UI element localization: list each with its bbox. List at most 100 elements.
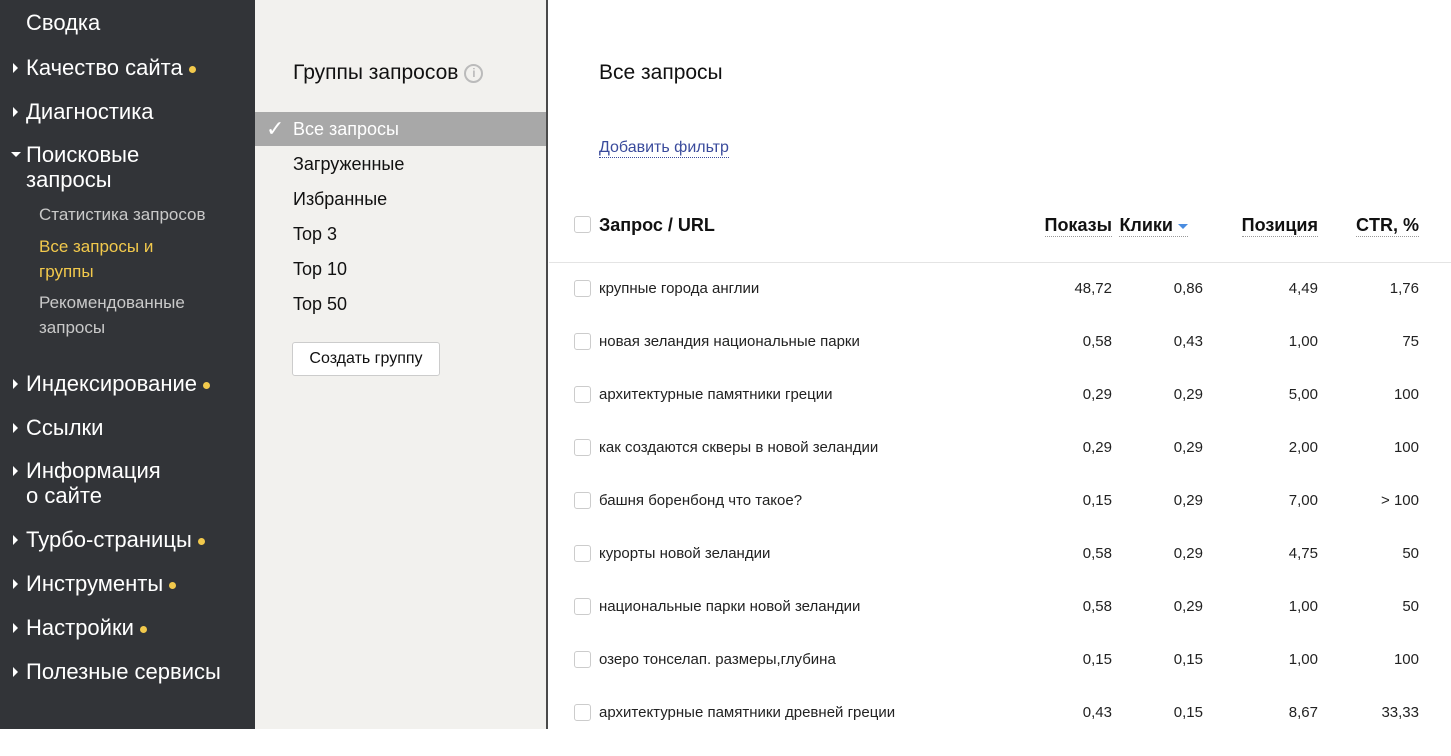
sidebar-item-label: Настройки xyxy=(26,615,134,640)
column-header-label: Клики xyxy=(1119,215,1173,235)
table-row[interactable]: башня боренбонд что такое? 0,15 0,29 7,00 > … xyxy=(549,491,1451,544)
column-header[interactable]: CTR, % xyxy=(1356,214,1419,237)
sidebar-item-label: Инструменты xyxy=(26,571,164,596)
group-item[interactable]: ✓ Все запросы xyxy=(255,112,546,146)
add-filter-link[interactable]: Добавить фильтр xyxy=(599,139,729,158)
sidebar-item[interactable]: Полезные сервисы xyxy=(13,659,246,684)
caret-right-icon xyxy=(13,107,18,117)
row-checkbox[interactable] xyxy=(574,704,591,721)
row-checkbox[interactable] xyxy=(574,280,591,297)
metric-value: 0,29 xyxy=(1173,386,1203,403)
sidebar-item[interactable]: Поисковые запросы xyxy=(11,142,176,192)
column-header[interactable]: Запрос / URL xyxy=(599,214,715,236)
sidebar-item-label: Турбо-страницы xyxy=(26,527,192,552)
column-header[interactable]: Позиция xyxy=(1241,214,1318,237)
metric-value: 8,67 xyxy=(1288,704,1318,721)
table-row[interactable]: крупные города англии 48,72 0,86 4,49 1,76 xyxy=(549,279,1451,332)
sidebar-item-label: Ссылки xyxy=(26,415,104,440)
metric-value: 33,33 xyxy=(1381,704,1419,721)
caret-right-icon xyxy=(13,63,18,73)
metric-value: 0,15 xyxy=(1082,492,1112,509)
sidebar-item[interactable]: Сводка xyxy=(26,10,246,35)
caret-right-icon xyxy=(13,623,18,633)
metric-value: 0,29 xyxy=(1173,492,1203,509)
row-checkbox[interactable] xyxy=(574,333,591,350)
column-header[interactable]: Показы xyxy=(1044,214,1113,237)
row-checkbox[interactable] xyxy=(574,216,591,233)
metric-value: 0,58 xyxy=(1082,333,1112,350)
notification-dot-icon xyxy=(197,537,205,545)
check-icon: ✓ xyxy=(266,116,285,141)
sidebar-item-label: Индексирование xyxy=(26,371,198,396)
column-header[interactable]: Клики xyxy=(1119,214,1188,237)
group-item[interactable]: Top 50 xyxy=(255,287,546,321)
sidebar-subitem[interactable]: Рекомендованные запросы xyxy=(39,290,209,340)
sidebar-item-label: Качество сайта xyxy=(26,55,183,80)
row-checkbox[interactable] xyxy=(574,598,591,615)
table-row[interactable]: курорты новой зеландии 0,58 0,29 4,75 50 xyxy=(549,544,1451,597)
metric-value: 2,00 xyxy=(1288,439,1318,456)
group-label: Top 3 xyxy=(293,224,338,244)
metric-value: 100 xyxy=(1393,651,1419,668)
table-row[interactable]: национальные парки новой зеландии 0,58 0,2… xyxy=(549,597,1451,650)
sidebar-subitem[interactable]: Статистика запросов xyxy=(39,202,239,227)
metric-value: 50 xyxy=(1402,545,1419,562)
table-row[interactable]: архитектурные памятники греции 0,29 0,29 5,… xyxy=(549,385,1451,438)
create-group-button[interactable]: Создать группу xyxy=(292,342,440,376)
metric-value: 1,00 xyxy=(1288,598,1318,615)
query-text[interactable]: национальные парки новой зеландии xyxy=(599,597,860,617)
group-label: Избранные xyxy=(293,189,388,209)
metric-value: 0,86 xyxy=(1173,280,1203,297)
column-header-label: Позиция xyxy=(1241,215,1318,235)
sidebar-item-label: Информация о сайте xyxy=(26,458,161,508)
metric-value: 0,29 xyxy=(1173,598,1203,615)
sidebar-subitem[interactable]: Все запросы и группы xyxy=(39,234,209,284)
caret-right-icon xyxy=(13,667,18,677)
query-text[interactable]: как создаются скверы в новой зеландии xyxy=(599,438,878,458)
table-row[interactable]: озеро тонселап. размеры,глубина 0,15 0,15 1… xyxy=(549,650,1451,703)
row-checkbox[interactable] xyxy=(574,651,591,668)
table-row[interactable]: архитектурные памятники древней греции 0,… xyxy=(549,703,1451,756)
row-checkbox[interactable] xyxy=(574,545,591,562)
metric-value: 4,75 xyxy=(1288,545,1318,562)
query-text[interactable]: архитектурные памятники греции xyxy=(599,385,833,405)
metric-value: 0,29 xyxy=(1173,439,1203,456)
metric-value: 48,72 xyxy=(1074,280,1112,297)
metric-value: 100 xyxy=(1393,439,1419,456)
groups-title: Группы запросов i xyxy=(293,61,484,85)
group-label: Top 50 xyxy=(293,294,348,314)
row-checkbox[interactable] xyxy=(574,386,591,403)
sidebar-item-label: Полезные сервисы xyxy=(26,659,221,684)
group-item[interactable]: Top 10 xyxy=(255,252,546,286)
group-label: Все запросы xyxy=(293,119,399,139)
info-icon[interactable]: i xyxy=(464,64,484,83)
query-text[interactable]: новая зеландия национальные парки xyxy=(599,332,860,352)
sidebar-item[interactable]: Индексирование xyxy=(13,371,246,396)
sidebar: Сводка Качество сайта Диагностика Поисковые… xyxy=(0,0,255,729)
query-groups-panel: Группы запросов i ✓ Все запросы Загруженные… xyxy=(255,0,548,729)
group-item[interactable]: Top 3 xyxy=(255,217,546,251)
row-checkbox[interactable] xyxy=(574,439,591,456)
column-header-label: Показы xyxy=(1044,215,1113,235)
metric-value: 0,15 xyxy=(1082,651,1112,668)
table-row[interactable]: как создаются скверы в новой зеландии 0,2… xyxy=(549,438,1451,491)
sidebar-item[interactable]: Турбо-страницы xyxy=(13,527,246,552)
metric-value: 0,15 xyxy=(1173,651,1203,668)
query-text[interactable]: крупные города англии xyxy=(599,279,759,299)
sidebar-item[interactable]: Инструменты xyxy=(13,571,246,596)
row-checkbox[interactable] xyxy=(574,492,591,509)
sidebar-item[interactable]: Диагностика xyxy=(13,99,246,124)
sidebar-item[interactable]: Информация о сайте xyxy=(13,458,176,508)
sidebar-item[interactable]: Ссылки xyxy=(13,415,246,440)
sidebar-item[interactable]: Качество сайта xyxy=(13,55,246,80)
query-text[interactable]: курорты новой зеландии xyxy=(599,544,770,564)
table-row[interactable]: новая зеландия национальные парки 0,58 0,4… xyxy=(549,332,1451,385)
sidebar-item[interactable]: Настройки xyxy=(13,615,246,640)
group-item[interactable]: Избранные xyxy=(255,182,546,216)
group-item[interactable]: Загруженные xyxy=(255,147,546,181)
metric-value: 0,58 xyxy=(1082,598,1112,615)
query-text[interactable]: башня боренбонд что такое? xyxy=(599,491,802,511)
query-text[interactable]: озеро тонселап. размеры,глубина xyxy=(599,650,836,670)
query-text[interactable]: архитектурные памятники древней греции xyxy=(599,703,895,723)
notification-dot-icon xyxy=(139,625,147,633)
